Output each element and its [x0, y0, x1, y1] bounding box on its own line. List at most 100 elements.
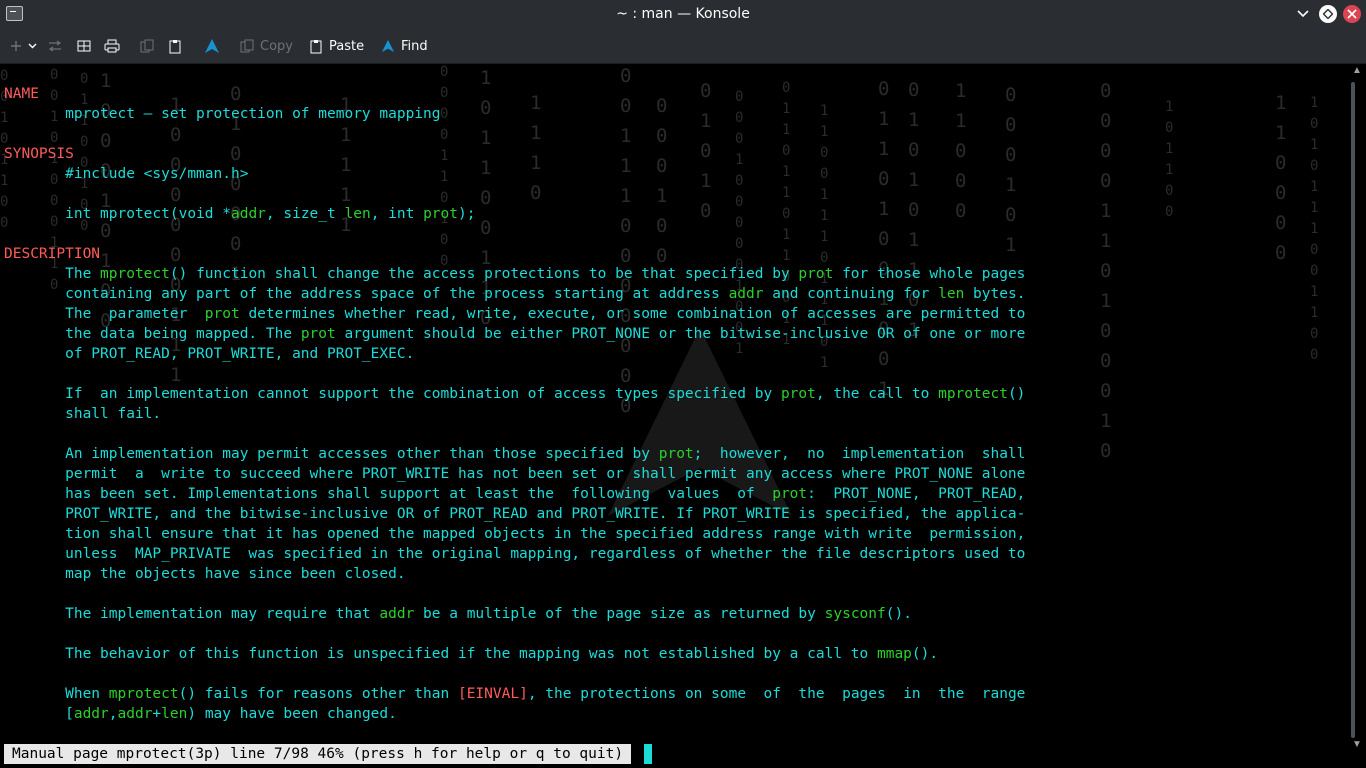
arch-logo-icon	[205, 39, 219, 53]
man-line: An implementation may permit accesses ot…	[4, 444, 1025, 464]
man-text: ,	[108, 706, 118, 722]
copy-button[interactable]: Copy	[240, 36, 293, 56]
highlighted-term: addr	[117, 706, 153, 722]
man-text: ().	[911, 646, 939, 662]
clipboard-icon	[169, 39, 181, 53]
title-bar: ~ : man — Konsole	[0, 0, 1366, 28]
man-line: The implementation may require that addr…	[4, 604, 1025, 624]
highlighted-term: addr	[379, 606, 415, 622]
man-text: ; however, no implementation shall	[693, 446, 1026, 462]
man-text: int mprotect(void *	[4, 206, 231, 222]
man-line: map the objects have since been closed.	[4, 564, 1025, 584]
split-view-icon	[77, 40, 91, 52]
man-text: , size_t	[265, 206, 345, 222]
minimize-button[interactable]	[1294, 5, 1312, 23]
scroll-down-arrow-icon[interactable]: ▼	[1351, 740, 1363, 750]
man-text: The implementation may require that	[4, 606, 380, 622]
man-line	[4, 124, 1025, 144]
man-line	[4, 624, 1025, 644]
man-line: SYNOPSIS	[4, 144, 1025, 164]
vertical-scrollbar[interactable]: ▲ ▼	[1348, 64, 1366, 768]
section-heading: NAME	[4, 86, 39, 102]
find-icon	[381, 39, 395, 53]
man-page-content: NAME mprotect — set protection of memory…	[4, 84, 1025, 724]
man-line: of PROT_READ, PROT_WRITE, and PROT_EXEC.	[4, 344, 1025, 364]
highlighted-term: len	[344, 206, 371, 222]
copy-label: Copy	[260, 38, 293, 54]
man-line: mprotect — set protection of memory mapp…	[4, 104, 1025, 124]
highlighted-term: addr	[73, 706, 109, 722]
highlighted-term: prot	[780, 386, 816, 402]
status-line: Manual page mprotect(3p) line 7/98 46% (…	[4, 744, 632, 764]
find-button[interactable]: Find	[381, 36, 428, 56]
man-text: #include <sys/mman.h>	[4, 166, 249, 182]
clipboard-icon	[310, 39, 322, 53]
highlighted-term: addr	[728, 286, 764, 302]
man-text: () function shall change the access prot…	[169, 266, 799, 282]
copy-icon	[240, 39, 254, 53]
man-text: () fails for reasons other than	[178, 686, 458, 702]
section-heading: SYNOPSIS	[4, 146, 74, 162]
man-text: permit a write to succeed where PROT_WRI…	[4, 466, 1026, 482]
scroll-up-arrow-icon[interactable]: ▲	[1351, 66, 1363, 76]
man-text: , int	[370, 206, 424, 222]
highlighted-term: addr	[230, 206, 266, 222]
man-line: PROT_WRITE, and the bitwise-inclusive OR…	[4, 504, 1025, 524]
man-text: ().	[885, 606, 912, 622]
man-line: shall fail.	[4, 404, 1025, 424]
highlighted-term: prot	[798, 266, 834, 282]
highlighted-term: prot	[658, 446, 694, 462]
swap-panes-button[interactable]	[48, 36, 62, 56]
man-text: If an implementation cannot support the …	[4, 386, 781, 402]
printer-icon	[104, 39, 120, 53]
man-text: be a multiple of the page size as return…	[414, 606, 825, 622]
man-text: determines whether read, write, execute,…	[239, 306, 1026, 322]
highlighted-term: len	[161, 706, 188, 722]
terminal-view[interactable]: 0010110000101000110011001001000101001000…	[0, 64, 1348, 768]
man-line: has been set. Implementations shall supp…	[4, 484, 1025, 504]
man-line: The mprotect() function shall change the…	[4, 264, 1025, 284]
man-line	[4, 664, 1025, 684]
print-button[interactable]	[104, 36, 120, 56]
man-text: ()	[1007, 386, 1026, 402]
man-line: containing any part of the address space…	[4, 284, 1025, 304]
man-line	[4, 584, 1025, 604]
paste-icon-button[interactable]	[168, 36, 182, 56]
man-text: containing any part of the address space…	[4, 286, 729, 302]
man-line: DESCRIPTION	[4, 244, 1025, 264]
copy-icon	[140, 39, 154, 53]
man-line: the data being mapped. The prot argument…	[4, 324, 1025, 344]
highlighted-term: prot	[772, 486, 808, 502]
highlighted-term: prot	[204, 306, 240, 322]
copy-icon-button[interactable]	[140, 36, 154, 56]
new-tab-button[interactable]	[10, 36, 37, 56]
paste-label: Paste	[329, 38, 365, 54]
highlighted-term: prot	[300, 326, 336, 342]
man-text: the data being mapped. The	[4, 326, 301, 342]
man-line: [addr,addr+len) may have been changed.	[4, 704, 1025, 724]
man-line: permit a write to succeed where PROT_WRI…	[4, 464, 1025, 484]
section-heading: DESCRIPTION	[4, 246, 101, 262]
man-text: argument should be either PROT_NONE or t…	[335, 326, 1026, 342]
man-line: unless MAP_PRIVATE was specified in the …	[4, 544, 1025, 564]
split-view-button[interactable]	[77, 36, 91, 56]
man-line: When mprotect() fails for reasons other …	[4, 684, 1025, 704]
highlighted-term: sysconf	[824, 606, 886, 622]
man-text: PROT_WRITE, and the bitwise-inclusive OR…	[4, 506, 1026, 522]
man-text: The behavior of this function is unspeci…	[4, 646, 877, 662]
man-text: The parameter	[4, 306, 205, 322]
man-line: NAME	[4, 84, 1025, 104]
maximize-button[interactable]	[1319, 5, 1337, 23]
scrollbar-thumb[interactable]	[1351, 82, 1355, 738]
paste-button[interactable]: Paste	[309, 36, 364, 56]
man-text: , the protections on some of the pages i…	[527, 686, 1026, 702]
diamond-icon	[1323, 9, 1333, 19]
man-text: shall fail.	[4, 406, 162, 422]
close-icon	[1347, 9, 1357, 19]
man-text: [	[4, 706, 74, 722]
close-button[interactable]	[1343, 5, 1361, 23]
arch-logo-button[interactable]	[204, 36, 220, 56]
highlighted-term: prot	[423, 206, 458, 222]
chevron-down-icon	[1297, 10, 1309, 18]
man-text: , the call to	[815, 386, 939, 402]
